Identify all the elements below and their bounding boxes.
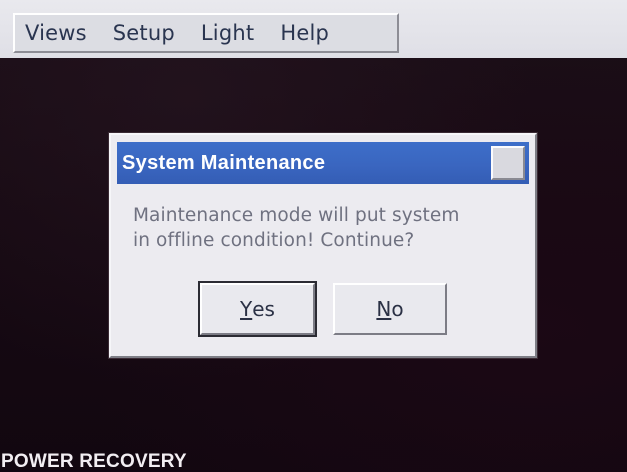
dialog-message-line-1: Maintenance mode will put system: [133, 205, 460, 226]
dialog-message: Maintenance mode will put system in offl…: [133, 203, 523, 253]
menu-help[interactable]: Help: [280, 22, 329, 44]
touch-screen: Views Setup Light Help System Maintenanc…: [0, 0, 627, 472]
no-button-label: o: [391, 297, 404, 321]
yes-button-label: es: [252, 297, 275, 321]
yes-button[interactable]: Yes: [200, 283, 315, 335]
no-button-mnemonic: N: [376, 297, 392, 321]
no-button[interactable]: No: [333, 283, 447, 335]
menu-views[interactable]: Views: [25, 22, 87, 44]
dialog-title: System Maintenance: [122, 151, 326, 174]
status-text: POWER RECOVERY: [1, 451, 187, 472]
menu-light[interactable]: Light: [201, 22, 254, 44]
yes-button-mnemonic: Y: [240, 297, 253, 321]
dialog-titlebar: System Maintenance: [117, 142, 529, 184]
close-button[interactable]: [491, 146, 525, 180]
menu-setup[interactable]: Setup: [113, 22, 175, 44]
menu-bar: Views Setup Light Help: [13, 13, 399, 53]
dialog-message-line-2: in offline condition! Continue?: [133, 230, 415, 251]
system-maintenance-dialog: System Maintenance Maintenance mode will…: [109, 133, 537, 358]
